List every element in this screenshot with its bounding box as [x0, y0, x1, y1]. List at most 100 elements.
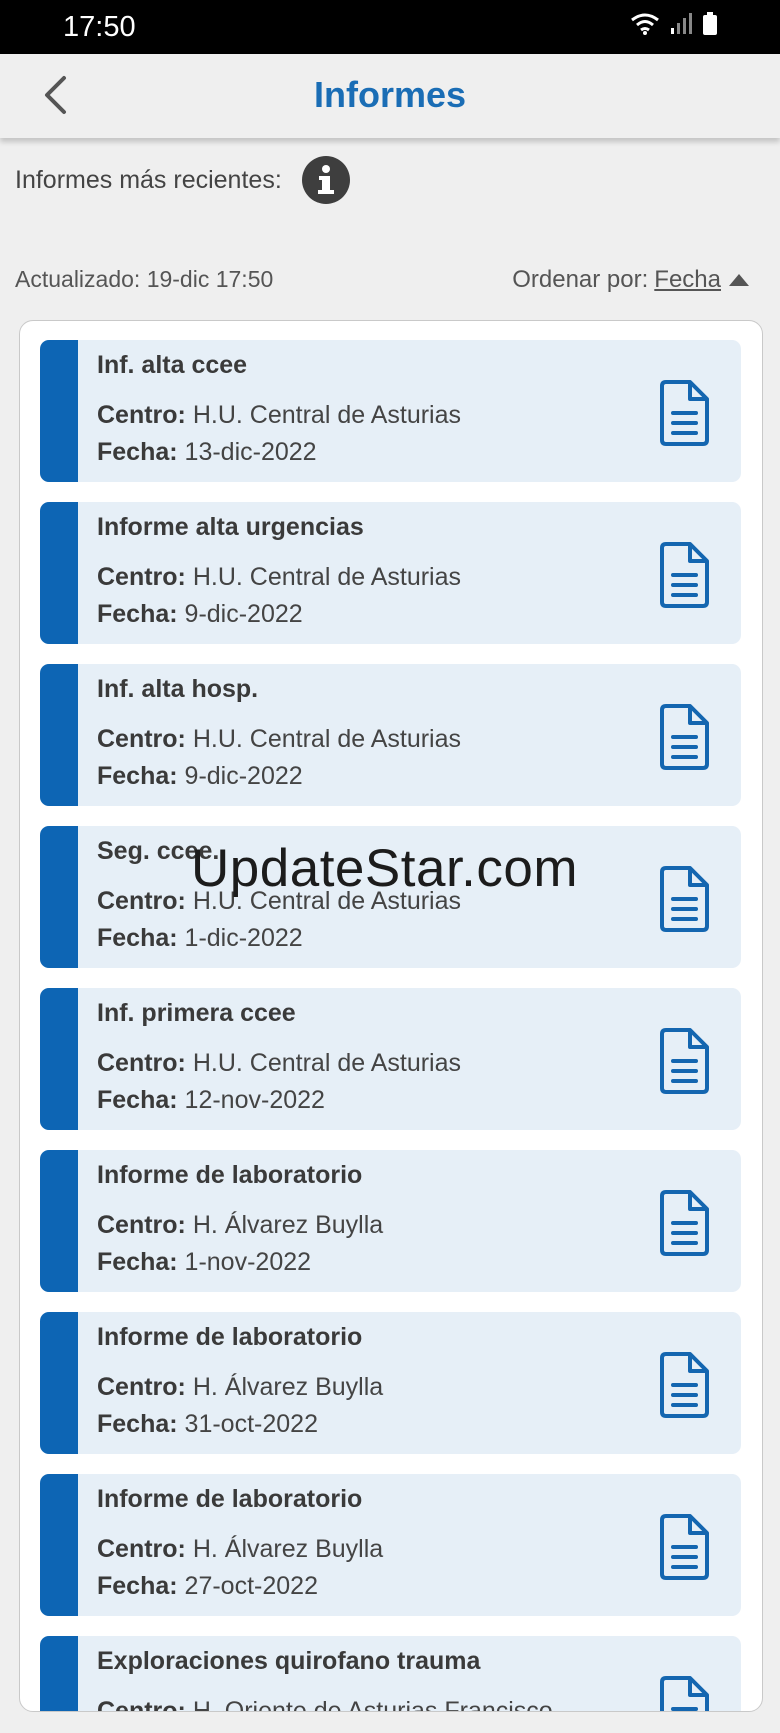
report-date: Fecha: 9-dic-2022 — [97, 762, 303, 791]
status-time: 17:50 — [63, 11, 136, 43]
report-title: Exploraciones quirofano trauma — [97, 1647, 481, 1675]
report-center: Centro: H.U. Central de Asturias — [97, 401, 461, 430]
center-value: H.U. Central de Asturias — [192, 725, 462, 753]
wifi-icon — [631, 13, 659, 35]
report-card[interactable]: Seg. ccee. Centro: H.U. Central de Astur… — [40, 826, 741, 968]
report-date: Fecha: 1-nov-2022 — [97, 1248, 311, 1277]
date-label: Fecha: — [97, 1248, 178, 1276]
card-accent-bar — [40, 502, 78, 644]
center-value: H. Álvarez Buylla — [192, 1373, 384, 1401]
report-date: Fecha: 12-nov-2022 — [97, 1086, 325, 1115]
report-title: Informe de laboratorio — [97, 1485, 363, 1513]
document-icon[interactable] — [658, 1676, 710, 1712]
date-label: Fecha: — [97, 438, 178, 466]
card-accent-bar — [40, 1150, 78, 1292]
report-card[interactable]: Inf. primera ccee Centro: H.U. Central d… — [40, 988, 741, 1130]
info-icon — [317, 165, 334, 194]
report-title: Informe de laboratorio — [97, 1323, 363, 1351]
info-button[interactable] — [301, 156, 350, 204]
card-accent-bar — [40, 826, 78, 968]
center-label: Centro: — [97, 887, 186, 915]
report-card[interactable]: Inf. alta ccee Centro: H.U. Central de A… — [40, 340, 741, 482]
report-center: Centro: H. Oriente de Asturias Francisco — [97, 1697, 553, 1712]
report-date: Fecha: 31-oct-2022 — [97, 1410, 318, 1439]
document-icon[interactable] — [658, 380, 710, 446]
status-icons — [630, 12, 718, 36]
report-title: Inf. primera ccee — [97, 999, 296, 1027]
date-label: Fecha: — [97, 1086, 178, 1114]
center-value: H.U. Central de Asturias — [192, 1049, 462, 1077]
date-label: Fecha: — [97, 924, 178, 952]
report-center: Centro: H.U. Central de Asturias — [97, 725, 461, 754]
center-label: Centro: — [97, 1049, 186, 1077]
document-icon[interactable] — [658, 1352, 710, 1418]
date-value: 31-oct-2022 — [184, 1410, 318, 1438]
report-card[interactable]: Inf. alta hosp. Centro: H.U. Central de … — [40, 664, 741, 806]
document-icon[interactable] — [658, 1190, 710, 1256]
report-card[interactable]: Informe de laboratorio Centro: H. Álvare… — [40, 1312, 741, 1454]
date-value: 27-oct-2022 — [184, 1572, 318, 1600]
report-title: Inf. alta ccee — [97, 351, 248, 379]
document-icon[interactable] — [658, 1028, 710, 1094]
card-accent-bar — [40, 1312, 78, 1454]
signal-icon — [671, 13, 692, 34]
card-accent-bar — [40, 340, 78, 482]
date-label: Fecha: — [97, 600, 178, 628]
report-card[interactable]: Informe de laboratorio Centro: H. Álvare… — [40, 1474, 741, 1616]
center-label: Centro: — [97, 1211, 186, 1239]
report-center: Centro: H. Álvarez Buylla — [97, 1373, 383, 1402]
report-title: Seg. ccee. — [97, 837, 220, 865]
date-value: 1-nov-2022 — [184, 1248, 312, 1276]
report-card[interactable]: Exploraciones quirofano trauma Centro: H… — [40, 1636, 741, 1712]
center-label: Centro: — [97, 1373, 186, 1401]
report-date: Fecha: 27-oct-2022 — [97, 1572, 318, 1601]
app-header: Informes — [0, 54, 780, 138]
center-value: H. Álvarez Buylla — [192, 1535, 384, 1563]
center-label: Centro: — [97, 725, 186, 753]
battery-icon — [703, 12, 717, 35]
report-list[interactable]: Inf. alta ccee Centro: H.U. Central de A… — [19, 320, 763, 1712]
document-icon[interactable] — [658, 542, 710, 608]
report-date: Fecha: 13-dic-2022 — [97, 438, 317, 467]
center-value: H.U. Central de Asturias — [192, 401, 462, 429]
center-label: Centro: — [97, 401, 186, 429]
center-value: H.U. Central de Asturias — [192, 563, 462, 591]
document-icon[interactable] — [658, 866, 710, 932]
center-value: H. Oriente de Asturias Francisco — [192, 1697, 553, 1712]
recent-header: Informes más recientes: — [15, 156, 350, 204]
report-center: Centro: H. Álvarez Buylla — [97, 1535, 383, 1564]
report-center: Centro: H.U. Central de Asturias — [97, 563, 461, 592]
date-value: 9-dic-2022 — [184, 762, 303, 790]
sort-ascending-icon[interactable] — [729, 274, 749, 286]
document-icon[interactable] — [658, 1514, 710, 1580]
page-title: Informes — [313, 74, 467, 115]
center-label: Centro: — [97, 1697, 186, 1712]
center-value: H.U. Central de Asturias — [192, 887, 462, 915]
report-date: Fecha: 1-dic-2022 — [97, 924, 303, 953]
report-date: Fecha: 9-dic-2022 — [97, 600, 303, 629]
report-title: Informe alta urgencias — [97, 513, 364, 541]
center-label: Centro: — [97, 1535, 186, 1563]
card-accent-bar — [40, 1636, 78, 1711]
report-title: Informe de laboratorio — [97, 1161, 363, 1189]
report-card[interactable]: Informe alta urgencias Centro: H.U. Cent… — [40, 502, 741, 644]
recent-label: Informes más recientes: — [15, 165, 282, 194]
date-label: Fecha: — [97, 1572, 178, 1600]
report-center: Centro: H.U. Central de Asturias — [97, 1049, 461, 1078]
report-card[interactable]: Informe de laboratorio Centro: H. Álvare… — [40, 1150, 741, 1292]
date-value: 9-dic-2022 — [184, 600, 303, 628]
card-accent-bar — [40, 1474, 78, 1616]
sort-value-link[interactable]: Fecha — [654, 266, 721, 294]
sort-control[interactable]: Ordenar por: Fecha — [512, 266, 749, 294]
report-title: Inf. alta hosp. — [97, 675, 259, 703]
status-bar: 17:50 — [0, 0, 780, 54]
updated-timestamp: Actualizado: 19-dic 17:50 — [15, 266, 274, 292]
card-accent-bar — [40, 664, 78, 806]
card-accent-bar — [40, 988, 78, 1130]
document-icon[interactable] — [658, 704, 710, 770]
date-value: 1-dic-2022 — [184, 924, 303, 952]
report-center: Centro: H. Álvarez Buylla — [97, 1211, 383, 1240]
date-label: Fecha: — [97, 762, 178, 790]
date-label: Fecha: — [97, 1410, 178, 1438]
date-value: 13-dic-2022 — [184, 438, 317, 466]
